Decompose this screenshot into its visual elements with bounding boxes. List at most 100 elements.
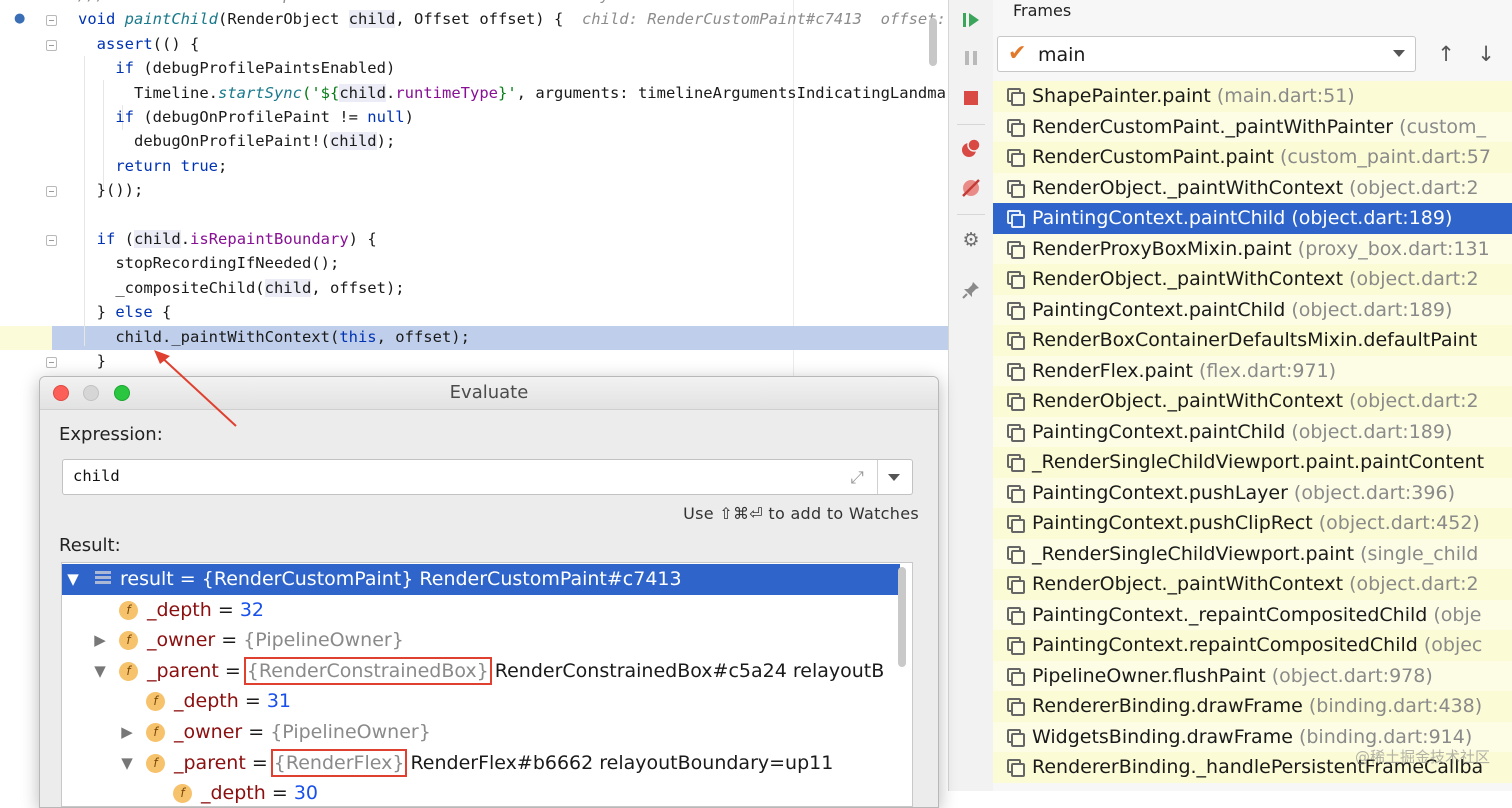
code-token: . — [180, 230, 191, 248]
stack-frame[interactable]: _RenderSingleChildViewport.paint.paintCo… — [993, 447, 1512, 478]
stack-frame[interactable]: PipelineOwner.flushPaint (object.dart:97… — [993, 660, 1512, 691]
tree-node[interactable]: ▼ f _parent = {RenderFlex} RenderFlex#b666… — [62, 748, 900, 779]
code-token: ) { — [348, 230, 377, 248]
equals-sign: = — [238, 690, 267, 713]
frame-label: RenderBoxContainerDefaultsMixin.defaultP… — [1032, 325, 1477, 355]
field-icon: f — [173, 784, 192, 804]
code-line[interactable]: void paintChild(RenderObject child, Offs… — [78, 7, 948, 31]
mute-breakpoints-icon[interactable] — [959, 176, 983, 200]
frame-icon — [1007, 240, 1025, 259]
result-scrollbar[interactable] — [898, 567, 906, 667]
frame-location: (object.dart:2 — [1343, 268, 1479, 290]
tree-node[interactable]: ▼ f _parent = {RenderConstrainedBox} Rende… — [62, 656, 900, 687]
code-line[interactable]: Timeline.startSync('${child.runtimeType}… — [78, 81, 948, 105]
field-name: _parent — [174, 751, 246, 774]
stack-frame[interactable]: _RenderSingleChildViewport.paint (single… — [993, 538, 1512, 569]
code-line[interactable]: _compositeChild(child, offset); — [78, 276, 405, 300]
tree-node-label: _owner = {PipelineOwner} — [174, 717, 431, 747]
frame-label: RenderProxyBoxMixin.paint (proxy_box.dar… — [1032, 234, 1490, 264]
code-line[interactable]: assert(() { — [78, 32, 200, 56]
code-line[interactable]: if (debugProfilePaintsEnabled) — [78, 56, 395, 80]
fold-toggle-icon[interactable] — [46, 235, 57, 246]
fold-toggle-icon[interactable] — [46, 357, 57, 368]
stack-frame[interactable]: ShapePainter.paint (main.dart:51) — [993, 81, 1512, 112]
field-value: 31 — [266, 690, 291, 713]
frame-location: (object.dart:189) — [1285, 298, 1453, 321]
stack-frame[interactable]: RenderProxyBoxMixin.paint (proxy_box.dar… — [993, 233, 1512, 264]
frame-method: RenderCustomPaint.paint — [1032, 146, 1274, 168]
stack-frame[interactable]: RenderFlex.paint (flex.dart:971) — [993, 355, 1512, 386]
tree-node[interactable]: ▶ f _owner = {PipelineOwner} — [62, 717, 900, 748]
tree-node[interactable]: ▼ result = {RenderCustomPaint} RenderCust… — [62, 564, 900, 595]
stack-frame[interactable]: RenderBoxContainerDefaultsMixin.defaultP… — [993, 325, 1512, 356]
stack-frame[interactable]: RenderCustomPaint._paintWithPainter (cus… — [993, 111, 1512, 142]
stack-frame[interactable]: RendererBinding.drawFrame (binding.dart:… — [993, 691, 1512, 722]
stack-frame[interactable]: RenderObject._paintWithContext (object.d… — [993, 569, 1512, 600]
stack-frame[interactable]: PaintingContext.repaintCompositedChild (… — [993, 630, 1512, 661]
view-breakpoints-icon[interactable] — [959, 136, 983, 160]
stack-frame[interactable]: RenderObject._paintWithContext (object.d… — [993, 386, 1512, 417]
code-line[interactable]: return true; — [78, 154, 227, 178]
gear-icon[interactable]: ⚙ — [959, 228, 983, 252]
field-type: {PipelineOwner} — [270, 721, 431, 743]
stack-frame[interactable]: PaintingContext.paintChild (object.dart:… — [993, 294, 1512, 325]
code-line[interactable]: if (debugOnProfilePaint != null) — [78, 105, 414, 129]
code-line[interactable]: stopRecordingIfNeeded(); — [78, 251, 339, 275]
code-line[interactable]: debugOnProfilePaint!(child); — [78, 129, 395, 153]
fold-toggle-icon[interactable] — [46, 15, 57, 27]
code-line[interactable]: }()); — [78, 178, 144, 202]
thread-selector[interactable]: ✔ main — [997, 36, 1416, 72]
code-line[interactable]: child._paintWithContext(this, offset); — [78, 325, 470, 349]
field-description: RenderConstrainedBox#c5a24 relayoutB — [488, 659, 885, 682]
stack-frame[interactable]: RenderCustomPaint.paint (custom_paint.da… — [993, 142, 1512, 173]
frame-icon — [1007, 332, 1025, 350]
fold-toggle-icon[interactable] — [46, 186, 57, 198]
frame-method: PaintingContext.paintChild — [1032, 298, 1286, 321]
arrow-down-icon[interactable]: ↓ — [1474, 42, 1498, 66]
field-icon: f — [146, 753, 165, 773]
code-line[interactable]: } else { — [78, 300, 172, 324]
frame-method: PaintingContext.pushLayer — [1032, 481, 1288, 504]
frame-method: PaintingContext._repaintCompositedChild — [1032, 603, 1428, 626]
tree-node[interactable]: ▶ f _owner = {PipelineOwner} — [62, 625, 900, 656]
editor-scrollbar[interactable] — [929, 18, 937, 66]
frame-list[interactable]: ShapePainter.paint (main.dart:51) RenderC… — [993, 81, 1512, 783]
expand-icon[interactable]: ⤢ — [846, 467, 868, 489]
stack-frame[interactable]: PaintingContext.pushLayer (object.dart:3… — [993, 477, 1512, 508]
code-line[interactable]: } — [78, 349, 106, 373]
tree-node[interactable]: f _depth = 32 — [62, 595, 900, 626]
expression-history-dropdown[interactable] — [877, 460, 912, 494]
tree-node[interactable]: f _depth = 31 — [62, 686, 900, 717]
expanded-arrow-icon[interactable]: ▼ — [65, 564, 81, 594]
pin-icon[interactable] — [959, 278, 983, 302]
tree-node-label: _parent = {RenderConstrainedBox} RenderC… — [147, 656, 884, 686]
frame-label: PaintingContext.paintChild (object.dart:… — [1032, 203, 1452, 233]
expanded-arrow-icon[interactable]: ▼ — [119, 748, 135, 778]
stack-frame[interactable]: RenderObject._paintWithContext (object.d… — [993, 264, 1512, 295]
tree-node[interactable]: f _depth = 30 — [62, 778, 900, 806]
stack-frame[interactable]: RenderObject._paintWithContext (object.d… — [993, 172, 1512, 203]
stack-frame[interactable]: PaintingContext._repaintCompositedChild … — [993, 599, 1512, 630]
expression-value[interactable]: child — [73, 467, 120, 485]
field-icon: f — [119, 631, 138, 651]
frame-location: (object.dart:2 — [1343, 176, 1479, 199]
result-tree[interactable]: ▼ result = {RenderCustomPaint} RenderCust… — [61, 562, 913, 807]
stop-icon[interactable] — [959, 86, 983, 110]
code-token: child — [329, 132, 377, 151]
code-line[interactable]: /// the child will be painted into the c… — [78, 0, 797, 7]
arrow-up-icon[interactable]: ↑ — [1434, 42, 1458, 66]
resume-icon[interactable] — [959, 8, 983, 32]
stack-frame[interactable]: PaintingContext.pushClipRect (object.dar… — [993, 508, 1512, 539]
expression-input[interactable]: child ⤢ — [62, 459, 913, 495]
collapsed-arrow-icon[interactable]: ▶ — [92, 625, 108, 655]
stack-frame[interactable]: PaintingContext.paintChild (object.dart:… — [993, 416, 1512, 447]
field-icon: f — [119, 661, 138, 681]
collapsed-arrow-icon[interactable]: ▶ — [119, 717, 135, 747]
fold-toggle-icon[interactable] — [46, 39, 57, 51]
code-line[interactable]: if (child.isRepaintBoundary) { — [78, 227, 377, 251]
code-token: ( — [124, 230, 135, 248]
stack-frame[interactable]: PaintingContext.paintChild (object.dart:… — [993, 203, 1512, 234]
pause-icon[interactable] — [959, 46, 983, 70]
frame-icon — [1007, 149, 1025, 167]
expanded-arrow-icon[interactable]: ▼ — [92, 656, 108, 686]
